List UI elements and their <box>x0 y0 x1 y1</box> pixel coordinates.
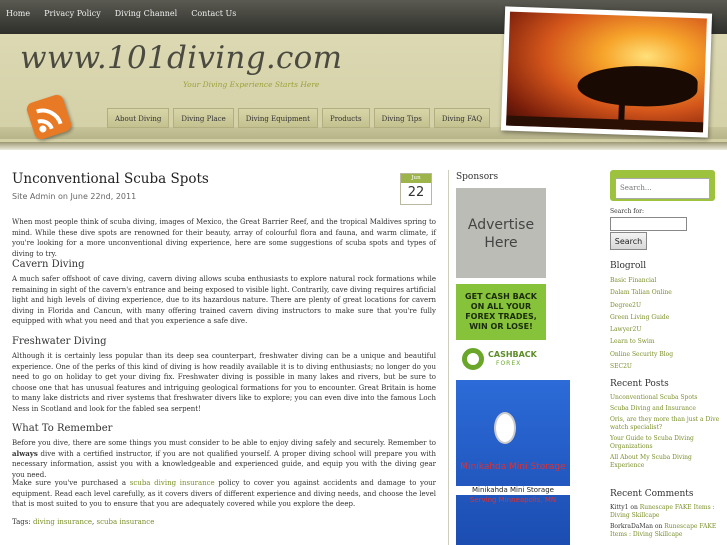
top-search-box <box>610 170 715 201</box>
comment-item: BorkraDaMan on Runescape FAKE Items : Di… <box>610 523 717 538</box>
search-for-label: Search for: <box>610 208 644 215</box>
recent-post-link[interactable]: All About My Scuba Diving Experience <box>610 454 720 470</box>
recent-post-link[interactable]: Oris, are they more than just a Dive wat… <box>610 416 720 432</box>
blogroll-link[interactable]: SEC2U <box>610 361 673 373</box>
para-insurance: Make sure you've purchased a scuba divin… <box>12 479 437 508</box>
blogroll-link[interactable]: Basic Financial <box>610 275 673 287</box>
nav-diving-equipment[interactable]: Diving Equipment <box>237 108 318 128</box>
date-month: Jun <box>401 174 431 183</box>
recent-comments-list: Kitty1 on Runescape FAKE Items : Diving … <box>610 504 720 542</box>
comment-item: Kitty1 on Runescape FAKE Items : Diving … <box>610 504 715 519</box>
site-title[interactable]: www.101diving.com <box>20 40 342 76</box>
topnav-privacy-policy[interactable]: Privacy Policy <box>44 9 101 18</box>
cashback-forex-banner[interactable]: GET CASH BACK ON ALL YOUR FOREX TRADES, … <box>456 284 546 340</box>
blogroll-link[interactable]: Green Living Guide <box>610 312 673 324</box>
date-badge: Jun 22 <box>400 173 432 205</box>
blogroll-link[interactable]: Lawyer2U <box>610 324 673 336</box>
nav-diving-place[interactable]: Diving Place <box>173 108 234 128</box>
heading-freshwater-diving: Freshwater Diving <box>12 336 107 347</box>
search-input[interactable] <box>610 217 687 231</box>
para-freshwater-diving: Although it is certainly less popular th… <box>12 352 436 413</box>
blogroll-list: Basic Financial Dalam Talian Online Degr… <box>610 275 673 373</box>
tag-scuba-insurance[interactable]: scuba insurance <box>97 518 155 526</box>
date-day: 22 <box>407 185 425 200</box>
cashback-forex-logo[interactable]: CASHBACK FOREX <box>456 344 546 374</box>
topnav-diving-channel[interactable]: Diving Channel <box>115 9 178 18</box>
post-meta: Site Admin on June 22nd, 2011 <box>12 192 137 201</box>
topnav-contact-us[interactable]: Contact Us <box>191 9 236 18</box>
minikahda-storage-banner[interactable]: Minikahda Mini Storage Minikahda Mini St… <box>456 380 570 545</box>
site-tagline: Your Diving Experience Starts Here <box>183 80 320 89</box>
blogroll-link[interactable]: Degree2U <box>610 300 673 312</box>
blogroll-link[interactable]: Online Security Blog <box>610 349 673 361</box>
sponsors-heading: Sponsors <box>456 172 499 182</box>
main-nav: About Diving Diving Place Diving Equipme… <box>107 108 494 128</box>
sponsors-column: Sponsors Advertise Here GET CASH BACK ON… <box>456 172 596 545</box>
para-cavern-diving: A much safer offshoot of cave diving, ca… <box>12 275 436 325</box>
nav-diving-faq[interactable]: Diving FAQ <box>433 108 491 128</box>
para-what-to-remember: Before you dive, there are some things y… <box>12 439 436 479</box>
blogroll-link[interactable]: Dalam Talian Online <box>610 287 673 299</box>
column-divider <box>448 170 449 545</box>
nav-about-diving[interactable]: About Diving <box>107 108 170 128</box>
recent-comments-heading: Recent Comments <box>610 489 694 499</box>
recent-posts-heading: Recent Posts <box>610 379 669 389</box>
header-divider <box>0 142 727 150</box>
post-tags: Tags: diving insurance, scuba insurance <box>12 518 155 526</box>
header-sunset-photo <box>500 6 713 138</box>
post-intro: When most people think of scuba diving, … <box>12 218 436 258</box>
top-search-input[interactable] <box>615 177 710 199</box>
tag-diving-insurance[interactable]: diving insurance <box>33 518 92 526</box>
top-nav: Home Privacy Policy Diving Channel Conta… <box>6 9 250 18</box>
heading-cavern-diving: Cavern Diving <box>12 259 85 270</box>
recent-post-link[interactable]: Your Guide to Scuba Diving Organizations <box>610 435 720 451</box>
recent-posts-list: Unconventional Scuba Spots Scuba Diving … <box>610 394 720 473</box>
heading-what-to-remember: What To Remember <box>12 423 113 434</box>
blogroll-link[interactable]: Learn to Swim <box>610 336 673 348</box>
post-title[interactable]: Unconventional Scuba Spots <box>12 171 209 187</box>
recent-post-link[interactable]: Unconventional Scuba Spots <box>610 394 720 402</box>
search-button[interactable]: Search <box>610 232 647 250</box>
nav-products[interactable]: Products <box>321 108 370 128</box>
recent-post-link[interactable]: Scuba Diving and Insurance <box>610 405 720 413</box>
blogroll-heading: Blogroll <box>610 261 647 271</box>
topnav-home[interactable]: Home <box>6 9 30 18</box>
nav-diving-tips[interactable]: Diving Tips <box>373 108 430 128</box>
advertise-here-banner[interactable]: Advertise Here <box>456 188 546 278</box>
link-scuba-diving-insurance[interactable]: scuba diving insurance <box>130 479 215 487</box>
